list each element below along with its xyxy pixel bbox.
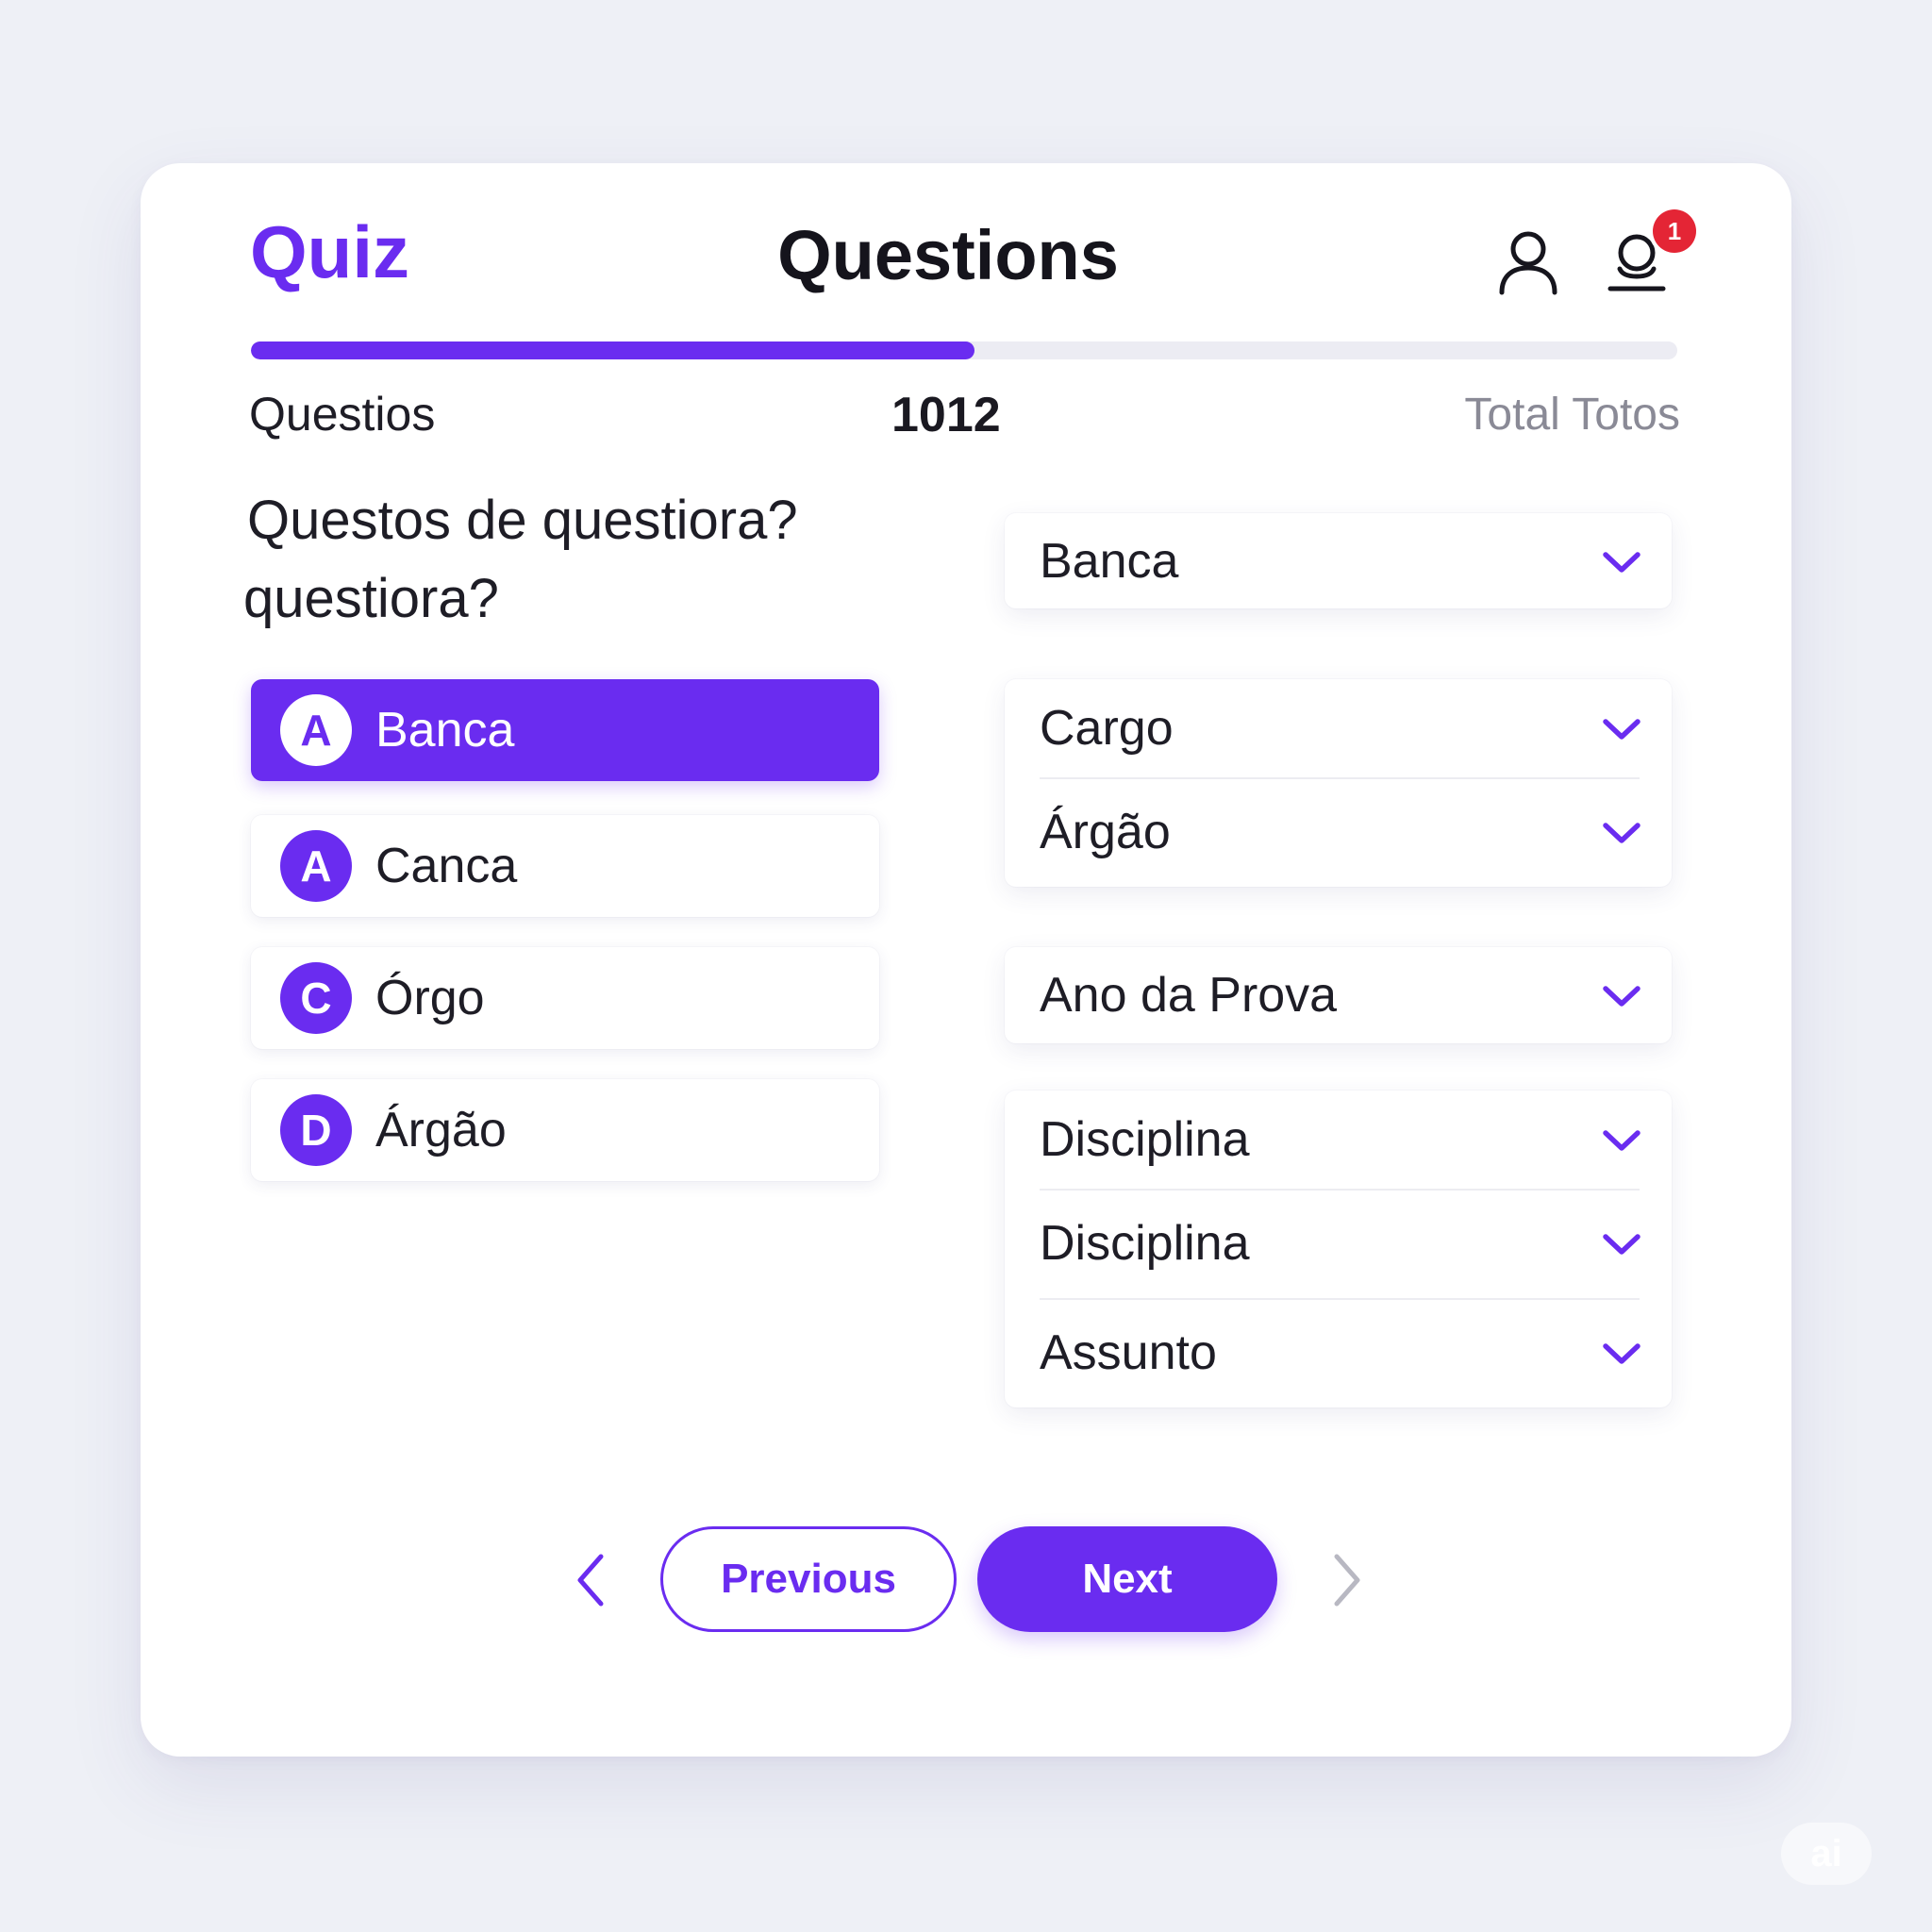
stats-label: Questios xyxy=(249,388,436,441)
option-letter: A xyxy=(280,694,352,766)
question-text: Questos de questiora? questiora? xyxy=(243,481,908,638)
answer-option-3[interactable]: C Órgo xyxy=(251,947,879,1049)
option-text: Canca xyxy=(375,839,518,893)
previous-button[interactable]: Previous xyxy=(660,1526,957,1632)
notification-badge: 1 xyxy=(1653,209,1696,253)
answer-option-2[interactable]: A Canca xyxy=(251,815,879,917)
option-text: Órgo xyxy=(375,971,485,1025)
question-line-1: Questos de questiora? xyxy=(247,490,798,551)
option-text: Banca xyxy=(375,703,515,758)
answer-option-1[interactable]: A Banca xyxy=(251,679,879,781)
filter-label: Banca xyxy=(1040,533,1179,589)
chevron-left-icon[interactable] xyxy=(569,1547,612,1613)
filter-label: Disciplina xyxy=(1040,1112,1250,1167)
user-icon[interactable] xyxy=(1491,226,1566,302)
option-letter: C xyxy=(280,962,352,1034)
filter-dropdown-cargo[interactable]: Cargo xyxy=(1005,679,1672,777)
filter-group-ano: Ano da Prova xyxy=(1005,947,1672,1043)
chevron-down-icon xyxy=(1603,719,1641,740)
option-text: Árgão xyxy=(375,1103,507,1158)
app-brand: Quiz xyxy=(250,210,409,293)
option-letter: A xyxy=(280,830,352,902)
filter-label: Assunto xyxy=(1040,1325,1217,1380)
stats-total-label: Total Totos xyxy=(1464,390,1680,440)
filter-dropdown-ano-da-prova[interactable]: Ano da Prova xyxy=(1005,947,1672,1043)
chevron-down-icon xyxy=(1603,1234,1641,1255)
filter-dropdown-orgao[interactable]: Árgão xyxy=(1005,777,1672,887)
next-button[interactable]: Next xyxy=(977,1526,1277,1632)
page-title: Questions xyxy=(777,216,1119,294)
filter-label: Ano da Prova xyxy=(1040,968,1338,1023)
filter-label: Cargo xyxy=(1040,701,1174,756)
chevron-down-icon xyxy=(1603,1130,1641,1151)
answer-option-4[interactable]: D Árgão xyxy=(251,1079,879,1181)
chevron-down-icon xyxy=(1603,986,1641,1007)
filter-label: Disciplina xyxy=(1040,1216,1250,1271)
filter-label: Árgão xyxy=(1040,805,1171,859)
chevron-down-icon xyxy=(1603,1343,1641,1364)
filter-dropdown-disciplina[interactable]: Disciplina xyxy=(1005,1091,1672,1189)
filter-group-disciplina: Disciplina Disciplina Assunto xyxy=(1005,1091,1672,1407)
chevron-down-icon xyxy=(1603,551,1641,573)
progress-bar-fill xyxy=(251,341,974,359)
filter-dropdown-banca[interactable]: Banca xyxy=(1005,513,1672,608)
filter-dropdown-assunto[interactable]: Assunto xyxy=(1005,1298,1672,1407)
option-letter: D xyxy=(280,1094,352,1166)
filter-dropdown-disciplina-2[interactable]: Disciplina xyxy=(1005,1189,1672,1298)
question-line-2: questiora? xyxy=(243,568,499,629)
progress-bar xyxy=(251,341,1677,359)
filter-group-banca: Banca xyxy=(1005,513,1672,608)
stats-value: 1012 xyxy=(891,388,1001,442)
filter-group-cargo: Cargo Árgão xyxy=(1005,679,1672,887)
watermark-logo: ai xyxy=(1781,1823,1872,1885)
chevron-down-icon xyxy=(1603,823,1641,843)
chevron-right-icon[interactable] xyxy=(1325,1547,1369,1613)
